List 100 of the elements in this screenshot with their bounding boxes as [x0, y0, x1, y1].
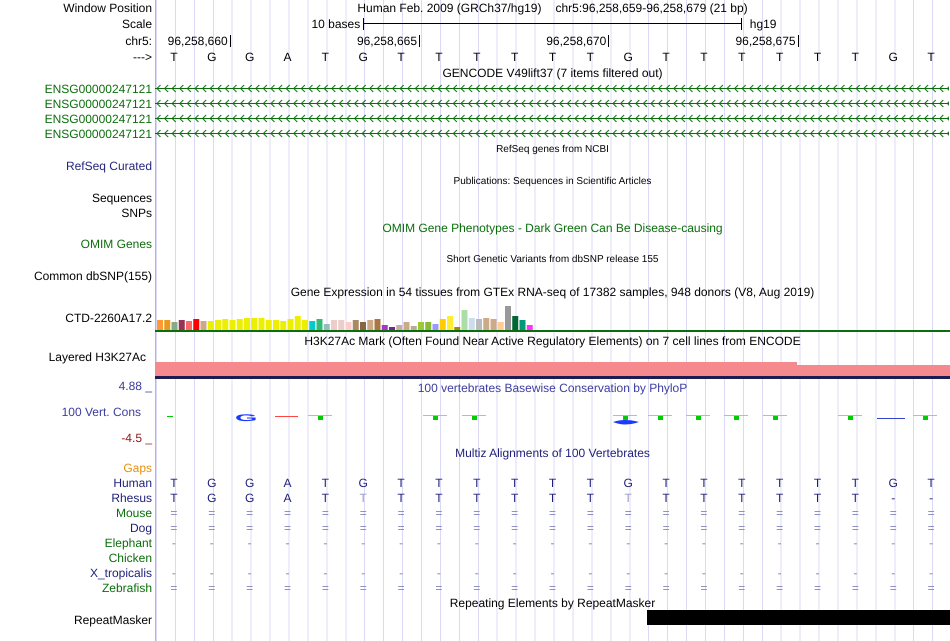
alignment-base: - [436, 536, 442, 550]
alignment-base: = [586, 506, 595, 520]
track-title[interactable]: 100 vertebrates Basewise Conservation by PhyloP [418, 381, 688, 395]
alignment-base: - [170, 566, 177, 580]
track-title[interactable]: Repeating Elements by RepeatMasker [450, 596, 656, 610]
track-label[interactable]: Rhesus [111, 490, 152, 504]
track-label[interactable]: Mouse [116, 506, 152, 520]
track-label[interactable]: CTD-2260A17.2 [65, 311, 152, 325]
alignment-base: - [549, 536, 556, 550]
alignment-base: T [774, 476, 784, 490]
track-title[interactable]: H3K27Ac Mark (Often Found Near Active Regulatory Elements) on 7 cell lines from ENCODE [304, 334, 801, 348]
track-title[interactable]: OMIM Gene Phenotypes - Dark Green Can Be Disease-causing [382, 221, 723, 235]
track-title[interactable]: GENCODE V49lift37 (7 items filtered out) [442, 66, 663, 80]
alignment-base: = [699, 506, 708, 520]
alignment-base: T [320, 476, 330, 490]
sequence-base: T [737, 50, 746, 64]
track-title[interactable]: Publications: Sequences in Scientific Articles [454, 174, 652, 188]
alignment-base: A [282, 476, 292, 490]
alignment-base: = [320, 520, 330, 534]
alignment-base: = [737, 580, 746, 594]
alignment-base: - [474, 536, 480, 550]
alignment-base: = [926, 580, 936, 594]
alignment-base: = [434, 506, 444, 520]
alignment-base: = [548, 580, 557, 594]
alignment-base: - [474, 566, 480, 580]
alignment-base: = [586, 520, 595, 534]
track-label[interactable]: ---> [133, 50, 152, 64]
assembly-name: Human Feb. 2009 (GRCh37/hg19) [357, 0, 542, 14]
alignment-base: G [888, 476, 899, 490]
track-label[interactable]: Scale [122, 16, 152, 30]
track-label[interactable]: Elephant [104, 536, 152, 550]
track-label[interactable]: chr5: [125, 34, 152, 48]
alignment-base: T [586, 476, 596, 490]
alignment-base: G [622, 476, 634, 490]
alignment-base: - [663, 566, 670, 580]
sequence-base: G [358, 50, 369, 64]
alignment-base: T [472, 490, 482, 504]
track-label[interactable]: Chicken [108, 550, 152, 564]
alignment-base: = [396, 506, 406, 520]
position-label: 96,258,670 [546, 34, 606, 48]
track-title[interactable]: Gene Expression in 54 tissues from GTEx RNA-seq of 17382 samples, 948 donors (V8, Aug 2019) [290, 285, 814, 299]
alignment-base: T [169, 490, 179, 504]
alignment-base: - [322, 566, 328, 580]
track-label[interactable]: RefSeq Curated [66, 158, 152, 172]
track-label[interactable]: ENSG00000247121 [44, 82, 152, 96]
alignment-base: = [434, 520, 444, 534]
track-label[interactable]: Window Position [63, 0, 152, 14]
alignment-base: = [926, 520, 936, 534]
track-label[interactable]: ENSG00000247121 [44, 96, 152, 110]
sequence-base: T [812, 50, 822, 64]
alignment-base: - [776, 536, 783, 550]
alignment-base: T [586, 490, 596, 504]
track-label[interactable]: SNPs [121, 206, 152, 220]
alignment-base: = [245, 580, 254, 594]
alignment-base: - [928, 490, 934, 504]
alignment-base: T [548, 476, 558, 490]
track-label[interactable]: RepeatMasker [74, 613, 152, 627]
alignment-base: = [586, 580, 595, 594]
track-title[interactable]: Multiz Alignments of 100 Vertebrates [455, 446, 650, 460]
sequence-base: A [282, 50, 292, 64]
track-label[interactable]: Zebrafish [102, 580, 152, 594]
track-label[interactable]: Dog [130, 520, 152, 534]
sequence-base: T [850, 50, 860, 64]
track-label[interactable]: Layered H3K27Ac [48, 350, 146, 364]
alignment-base: T [358, 490, 368, 504]
alignment-base: = [662, 580, 671, 594]
alignment-base: = [245, 520, 254, 534]
alignment-base: T [472, 476, 482, 490]
alignment-base: T [699, 490, 709, 504]
alignment-base: T [510, 476, 520, 490]
track-label[interactable]: Human [113, 476, 152, 490]
alignment-base: = [888, 580, 898, 594]
track-title[interactable]: Short Genetic Variants from dbSNP release 155 [446, 252, 658, 266]
track-label[interactable]: OMIM Genes [80, 236, 152, 250]
track-label[interactable]: X_tropicalis [90, 566, 152, 580]
alignment-base: = [699, 520, 708, 534]
alignment-base: = [850, 520, 860, 534]
track-label[interactable]: ENSG00000247121 [44, 126, 152, 140]
alignment-base: = [320, 506, 330, 520]
alignment-base: - [890, 566, 896, 580]
alignment-base: - [398, 566, 404, 580]
assembly-label: hg19 [750, 16, 776, 30]
alignment-base: T [548, 490, 558, 504]
alignment-base: = [548, 520, 557, 534]
alignment-base: - [700, 566, 707, 580]
track-title[interactable]: RefSeq genes from NCBI [496, 142, 609, 156]
sequence-base: G [888, 50, 899, 64]
alignment-base: - [512, 536, 518, 550]
alignment-base: T [661, 476, 671, 490]
track-label[interactable]: ENSG00000247121 [44, 112, 152, 126]
alignment-base: - [208, 566, 215, 580]
alignment-base: = [207, 580, 216, 594]
alignment-base: - [549, 566, 556, 580]
alignment-base: = [472, 506, 482, 520]
alignment-base: = [169, 580, 178, 594]
track-label[interactable]: 100 Vert. Cons [62, 405, 141, 419]
alignment-base: G [244, 476, 256, 490]
track-label[interactable]: Sequences [92, 190, 152, 204]
alignment-base: = [662, 506, 671, 520]
track-label[interactable]: Common dbSNP(155) [34, 268, 152, 282]
